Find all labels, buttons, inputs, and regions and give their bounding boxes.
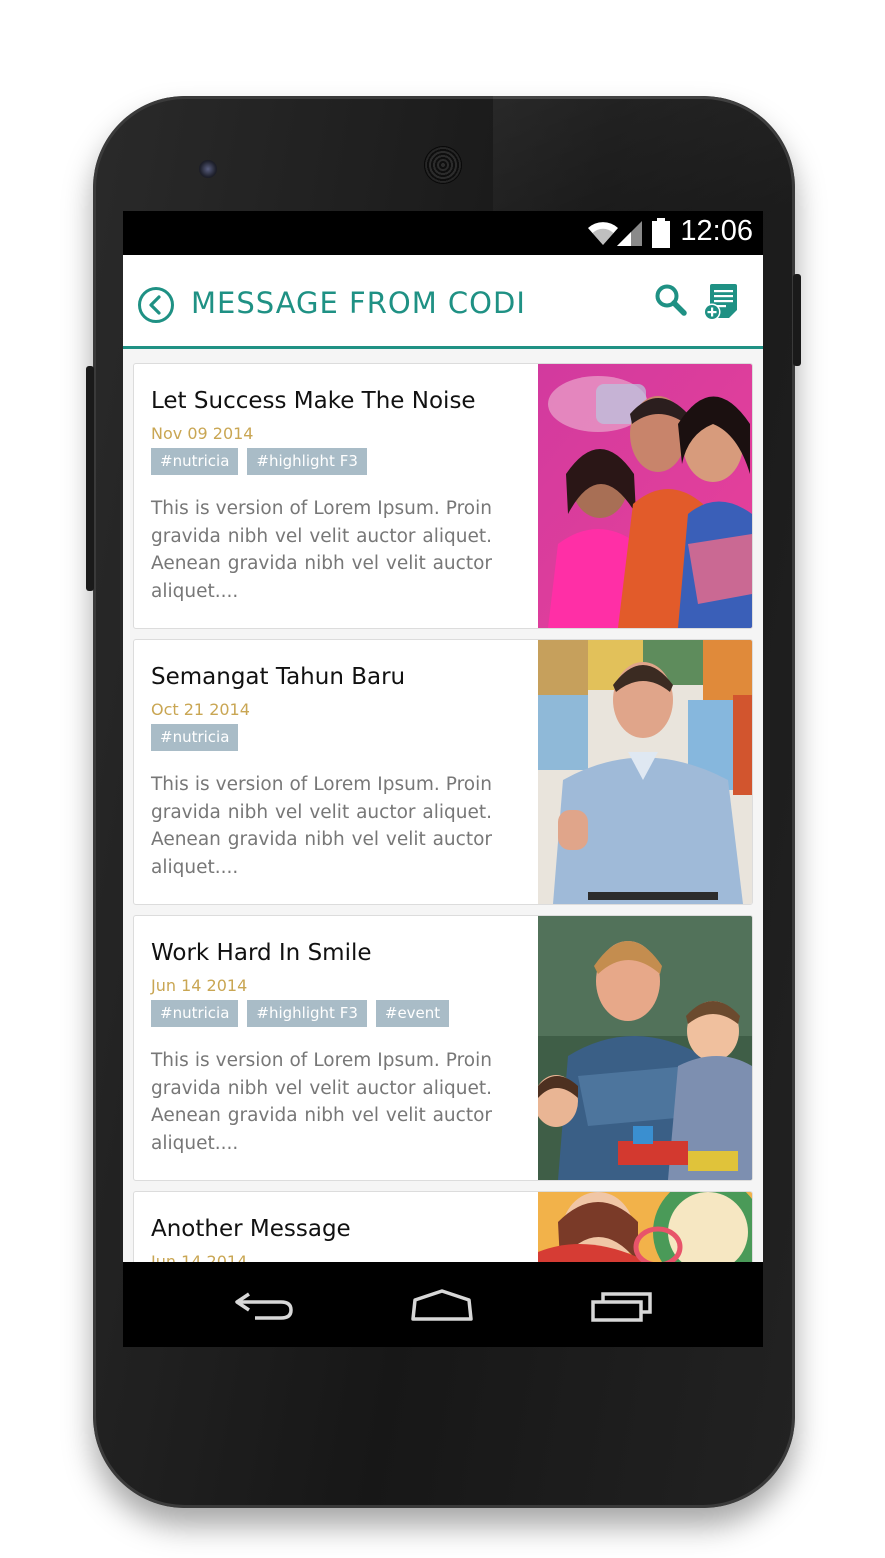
search-icon[interactable] — [654, 283, 688, 317]
wifi-icon — [588, 222, 618, 245]
earpiece-speaker — [424, 146, 462, 184]
message-excerpt: This is version of Lorem Ipsum. Proin gr… — [151, 774, 492, 878]
power-button — [793, 274, 801, 366]
battery-icon — [652, 218, 670, 248]
status-time: 12:06 — [680, 215, 753, 247]
compose-icon[interactable] — [703, 283, 739, 321]
message-excerpt: This is version of Lorem Ipsum. Proin gr… — [151, 1050, 492, 1154]
message-photo — [538, 916, 752, 1180]
message-title: Semangat Tahun Baru — [151, 664, 406, 690]
page-title: MESSAGE FROM CODI — [191, 286, 526, 320]
front-camera — [199, 160, 217, 178]
phone-device: 12:06 MESSAGE FROM CODI Let Success Make… — [86, 96, 801, 1508]
device-glare — [493, 96, 793, 211]
tag-list: #nutricia #highlight F3 #event — [151, 1000, 458, 1027]
volume-rocker — [86, 366, 94, 591]
tag-chip[interactable]: #nutricia — [151, 1000, 239, 1027]
tag-list: #nutricia #highlight F3 — [151, 448, 376, 475]
tag-chip[interactable]: #highlight F3 — [247, 1000, 367, 1027]
message-date: Nov 09 2014 — [151, 424, 254, 443]
message-card[interactable]: Work Hard In Smile Jun 14 2014 #nutricia… — [133, 915, 753, 1181]
system-nav-bar — [123, 1262, 763, 1347]
status-bar: 12:06 — [123, 211, 763, 255]
nav-back-icon[interactable] — [233, 1288, 295, 1322]
message-title: Another Message — [151, 1216, 351, 1242]
message-title: Let Success Make The Noise — [151, 388, 476, 414]
back-circle-icon[interactable] — [137, 286, 175, 324]
signal-icon — [617, 221, 642, 246]
message-date: Oct 21 2014 — [151, 700, 250, 719]
tag-chip[interactable]: #event — [375, 1000, 450, 1027]
tag-list: #nutricia — [151, 724, 247, 751]
message-excerpt: This is version of Lorem Ipsum. Proin gr… — [151, 498, 492, 602]
message-photo — [538, 640, 752, 904]
message-card[interactable]: Semangat Tahun Baru Oct 21 2014 #nutrici… — [133, 639, 753, 905]
tag-chip[interactable]: #highlight F3 — [247, 448, 367, 475]
tag-chip[interactable]: #nutricia — [151, 448, 239, 475]
message-date: Jun 14 2014 — [151, 976, 248, 995]
nav-home-icon[interactable] — [409, 1288, 475, 1322]
message-title: Work Hard In Smile — [151, 940, 372, 966]
message-card[interactable]: Let Success Make The Noise Nov 09 2014 #… — [133, 363, 753, 629]
message-photo — [538, 364, 752, 628]
phone-screen: 12:06 MESSAGE FROM CODI Let Success Make… — [123, 211, 763, 1347]
app-bar: MESSAGE FROM CODI — [123, 255, 763, 349]
tag-chip[interactable]: #nutricia — [151, 724, 239, 751]
nav-recent-icon[interactable] — [591, 1290, 653, 1322]
